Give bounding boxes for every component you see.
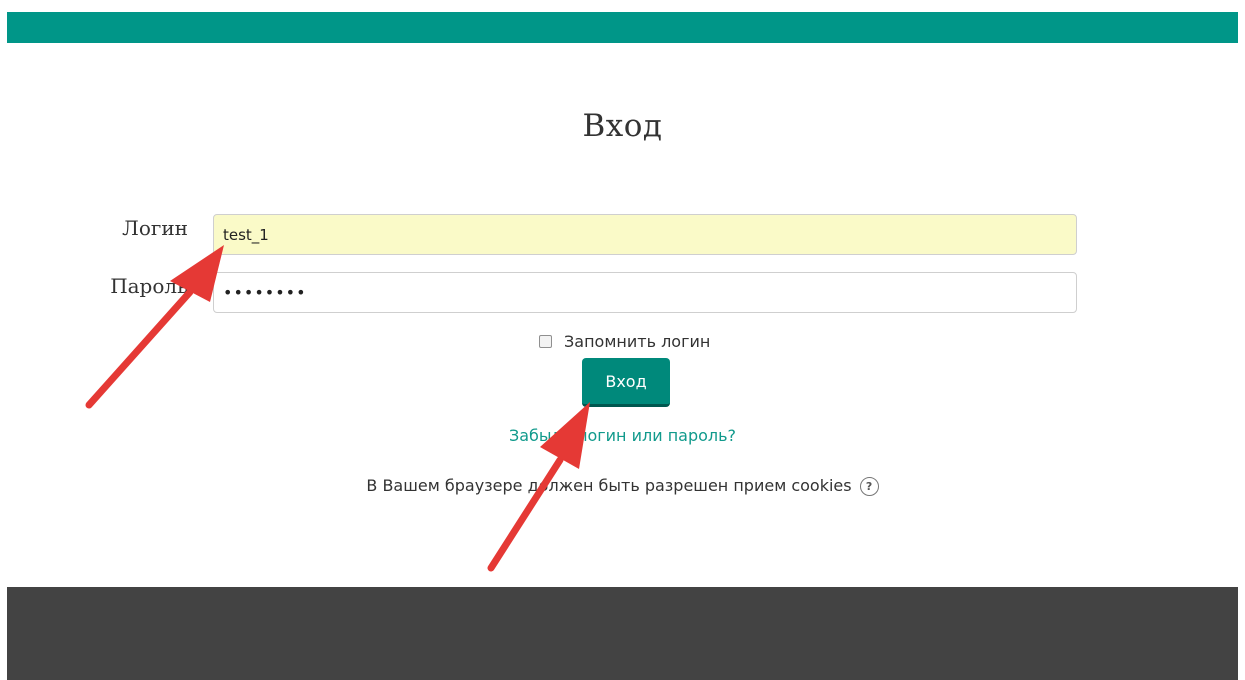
- remember-login-row: Запомнить логин: [539, 332, 710, 351]
- page-title: Вход: [582, 108, 663, 144]
- cookies-notice: В Вашем браузере должен быть разрешен пр…: [0, 476, 1245, 496]
- footer: [7, 587, 1238, 680]
- password-label: Пароль: [110, 274, 188, 298]
- remember-login-checkbox[interactable]: [539, 335, 552, 348]
- password-input[interactable]: [213, 272, 1077, 313]
- login-button[interactable]: Вход: [582, 358, 670, 407]
- header-bar: [7, 12, 1238, 43]
- arrow-to-username-icon: [85, 245, 224, 409]
- question-circle-icon[interactable]: ?: [859, 477, 879, 496]
- username-input[interactable]: [213, 214, 1077, 255]
- login-page: Вход Логин Пароль Запомнить логин Вход З…: [0, 0, 1245, 680]
- username-label: Логин: [122, 216, 188, 240]
- forgot-password-link[interactable]: Забыли логин или пароль?: [0, 426, 1245, 445]
- remember-login-label[interactable]: Запомнить логин: [564, 332, 710, 351]
- cookies-notice-text: В Вашем браузере должен быть разрешен пр…: [366, 476, 852, 495]
